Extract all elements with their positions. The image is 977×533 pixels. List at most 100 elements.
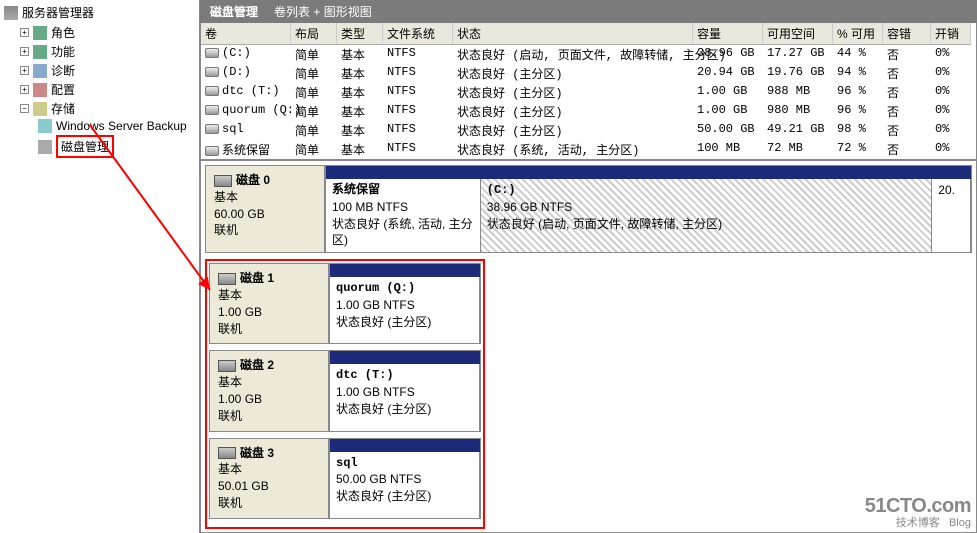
partition[interactable]: sql50.00 GB NTFS状态良好 (主分区) (330, 452, 480, 518)
disk-state: 联机 (214, 222, 316, 239)
partition-title: 系统保留 (332, 182, 474, 199)
partition[interactable]: 系统保留100 MB NTFS状态良好 (系统, 活动, 主分区) (326, 179, 481, 252)
tree-root[interactable]: 服务器管理器 (2, 2, 197, 23)
cell: 44 % (833, 45, 883, 64)
column-header[interactable]: 布局 (291, 23, 337, 45)
cell: 1.00 GB (693, 83, 763, 102)
tree-toggle-icon[interactable]: − (20, 104, 29, 113)
partition-size: 1.00 GB NTFS (336, 384, 473, 401)
cell: 20.94 GB (693, 64, 763, 83)
column-header[interactable]: 类型 (337, 23, 383, 45)
cell: 100 MB (693, 140, 763, 159)
cell: 988 MB (763, 83, 833, 102)
cell: 19.76 GB (763, 64, 833, 83)
partition-status: 状态良好 (系统, 活动, 主分区) (332, 216, 474, 250)
cell: 基本 (337, 102, 383, 121)
cell: 1.00 GB (693, 102, 763, 121)
cell: 简单 (291, 121, 337, 140)
disk-header[interactable]: 磁盘 3基本50.01 GB联机 (209, 438, 329, 519)
tree-item[interactable]: −存储 (2, 99, 197, 118)
tree-item-disk-management[interactable]: 磁盘管理 (2, 134, 197, 159)
cell: 简单 (291, 140, 337, 159)
column-header[interactable]: 开销 (931, 23, 971, 45)
disk-type: 基本 (214, 189, 316, 206)
tree-item[interactable]: +配置 (2, 80, 197, 99)
partition-status: 状态良好 (启动, 页面文件, 故障转储, 主分区) (487, 216, 926, 233)
disk-size: 50.01 GB (218, 478, 320, 495)
cell: 系统保留 (201, 140, 291, 159)
volume-row[interactable]: dtc (T:)简单基本NTFS状态良好 (主分区)1.00 GB988 MB9… (201, 83, 976, 102)
partition[interactable]: (C:)38.96 GB NTFS状态良好 (启动, 页面文件, 故障转储, 主… (481, 179, 933, 252)
volume-row[interactable]: 系统保留简单基本NTFS状态良好 (系统, 活动, 主分区)100 MB72 M… (201, 140, 976, 159)
page-subtitle: 卷列表 + 图形视图 (274, 3, 372, 20)
tree-toggle-icon[interactable]: + (20, 66, 29, 75)
partition-title: (C:) (487, 182, 926, 199)
volume-row[interactable]: sql简单基本NTFS状态良好 (主分区)50.00 GB49.21 GB98 … (201, 121, 976, 140)
cell: 0% (931, 45, 971, 64)
tree-node-icon (33, 83, 47, 97)
disk-icon (218, 360, 236, 372)
cell: NTFS (383, 140, 453, 159)
cell: (C:) (201, 45, 291, 64)
column-header[interactable]: 状态 (453, 23, 693, 45)
tree-item-backup[interactable]: Windows Server Backup (2, 118, 197, 134)
column-header[interactable]: % 可用 (833, 23, 883, 45)
column-header[interactable]: 容错 (883, 23, 931, 45)
volume-icon (205, 124, 219, 134)
tree-item[interactable]: + 功能 (2, 42, 197, 61)
partition[interactable]: dtc (T:)1.00 GB NTFS状态良好 (主分区) (330, 364, 480, 430)
disk-header[interactable]: 磁盘 1基本1.00 GB联机 (209, 263, 329, 344)
tree-item-label: 功能 (51, 43, 75, 60)
cell: 72 % (833, 140, 883, 159)
tree-node-icon (33, 64, 47, 78)
tree-toggle-icon[interactable]: + (20, 28, 29, 37)
volume-row[interactable]: (D:)简单基本NTFS状态良好 (主分区)20.94 GB19.76 GB94… (201, 64, 976, 83)
partition-title: dtc (T:) (336, 367, 473, 384)
tree-toggle-icon[interactable]: + (20, 85, 29, 94)
cell: 否 (883, 140, 931, 159)
disk-partitions: quorum (Q:)1.00 GB NTFS状态良好 (主分区) (329, 263, 481, 344)
disk-header[interactable]: 磁盘 2基本1.00 GB联机 (209, 350, 329, 431)
disk-header[interactable]: 磁盘 0基本60.00 GB联机 (205, 165, 325, 253)
tree-item[interactable]: +诊断 (2, 61, 197, 80)
volume-icon (205, 48, 219, 58)
cell: 96 % (833, 102, 883, 121)
partition-size: 20. (938, 182, 964, 199)
tree-label-disk-management: 磁盘管理 (56, 135, 114, 158)
cell: 简单 (291, 83, 337, 102)
cell: NTFS (383, 102, 453, 121)
tree-node-icon (33, 102, 47, 116)
cell: 0% (931, 83, 971, 102)
partition[interactable]: 20. (932, 179, 971, 252)
server-icon (4, 6, 18, 20)
column-header[interactable]: 可用空间 (763, 23, 833, 45)
column-header[interactable]: 文件系统 (383, 23, 453, 45)
disk-name: 磁盘 0 (236, 173, 270, 187)
partition-status: 状态良好 (主分区) (336, 488, 473, 505)
volume-row[interactable]: (C:)简单基本NTFS状态良好 (启动, 页面文件, 故障转储, 主分区)38… (201, 45, 976, 64)
disk-icon (218, 447, 236, 459)
partition-status: 状态良好 (主分区) (336, 314, 473, 331)
cell: 否 (883, 64, 931, 83)
partition-size: 38.96 GB NTFS (487, 199, 926, 216)
disk-icon (214, 175, 232, 187)
tree-item[interactable]: +角色 (2, 23, 197, 42)
column-header[interactable]: 容量 (693, 23, 763, 45)
volume-row[interactable]: quorum (Q:)简单基本NTFS状态良好 (主分区)1.00 GB980 … (201, 102, 976, 121)
cell: NTFS (383, 64, 453, 83)
partition-title: quorum (Q:) (336, 280, 473, 297)
cell: 基本 (337, 121, 383, 140)
tree-toggle-icon[interactable]: + (20, 47, 29, 56)
partition-size: 1.00 GB NTFS (336, 297, 473, 314)
disk-state: 联机 (218, 321, 320, 338)
cell: 0% (931, 102, 971, 121)
cell: dtc (T:) (201, 83, 291, 102)
disk-state: 联机 (218, 495, 320, 512)
partition[interactable]: quorum (Q:)1.00 GB NTFS状态良好 (主分区) (330, 277, 480, 343)
cell: 简单 (291, 102, 337, 121)
partition-stripe (329, 438, 481, 452)
annotation-highlight-box: 磁盘 1基本1.00 GB联机quorum (Q:)1.00 GB NTFS状态… (205, 259, 485, 529)
cell: 状态良好 (主分区) (453, 64, 693, 83)
column-header[interactable]: 卷 (201, 23, 291, 45)
navigation-tree: 服务器管理器 +角色+功能+诊断+配置−存储 Windows Server Ba… (0, 0, 200, 533)
